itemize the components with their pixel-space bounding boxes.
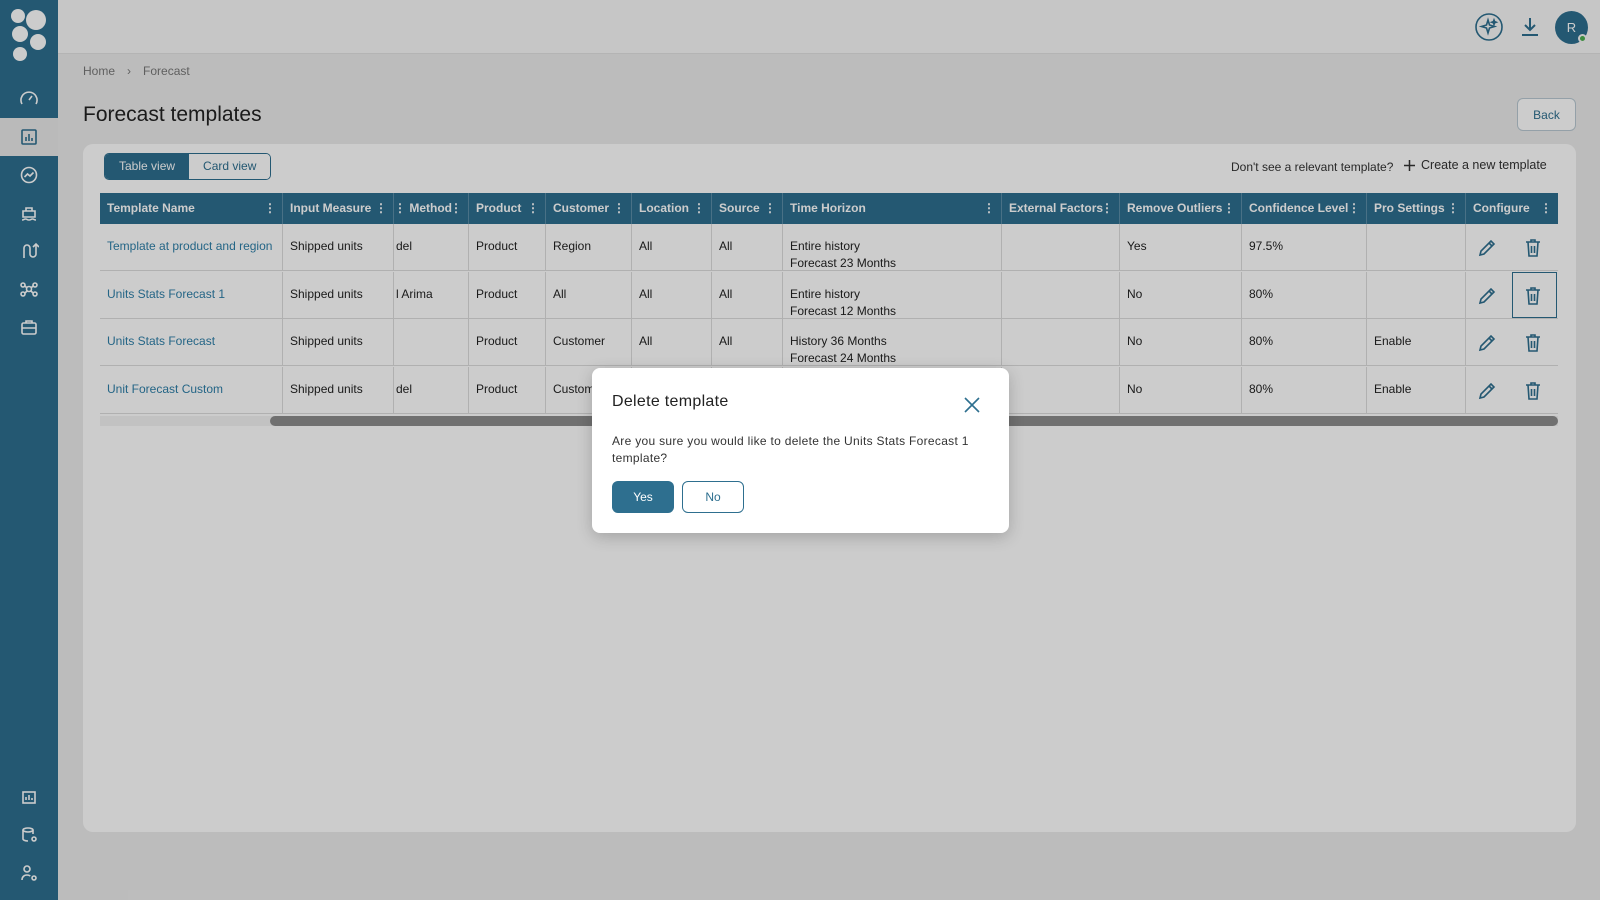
dialog-title: Delete template	[612, 393, 729, 410]
no-button[interactable]: No	[682, 481, 744, 513]
dialog-message: Are you sure you would like to delete th…	[612, 434, 969, 465]
delete-template-dialog: Delete template Are you sure you would l…	[592, 368, 1009, 533]
close-icon[interactable]	[962, 395, 982, 415]
yes-button[interactable]: Yes	[612, 481, 674, 513]
